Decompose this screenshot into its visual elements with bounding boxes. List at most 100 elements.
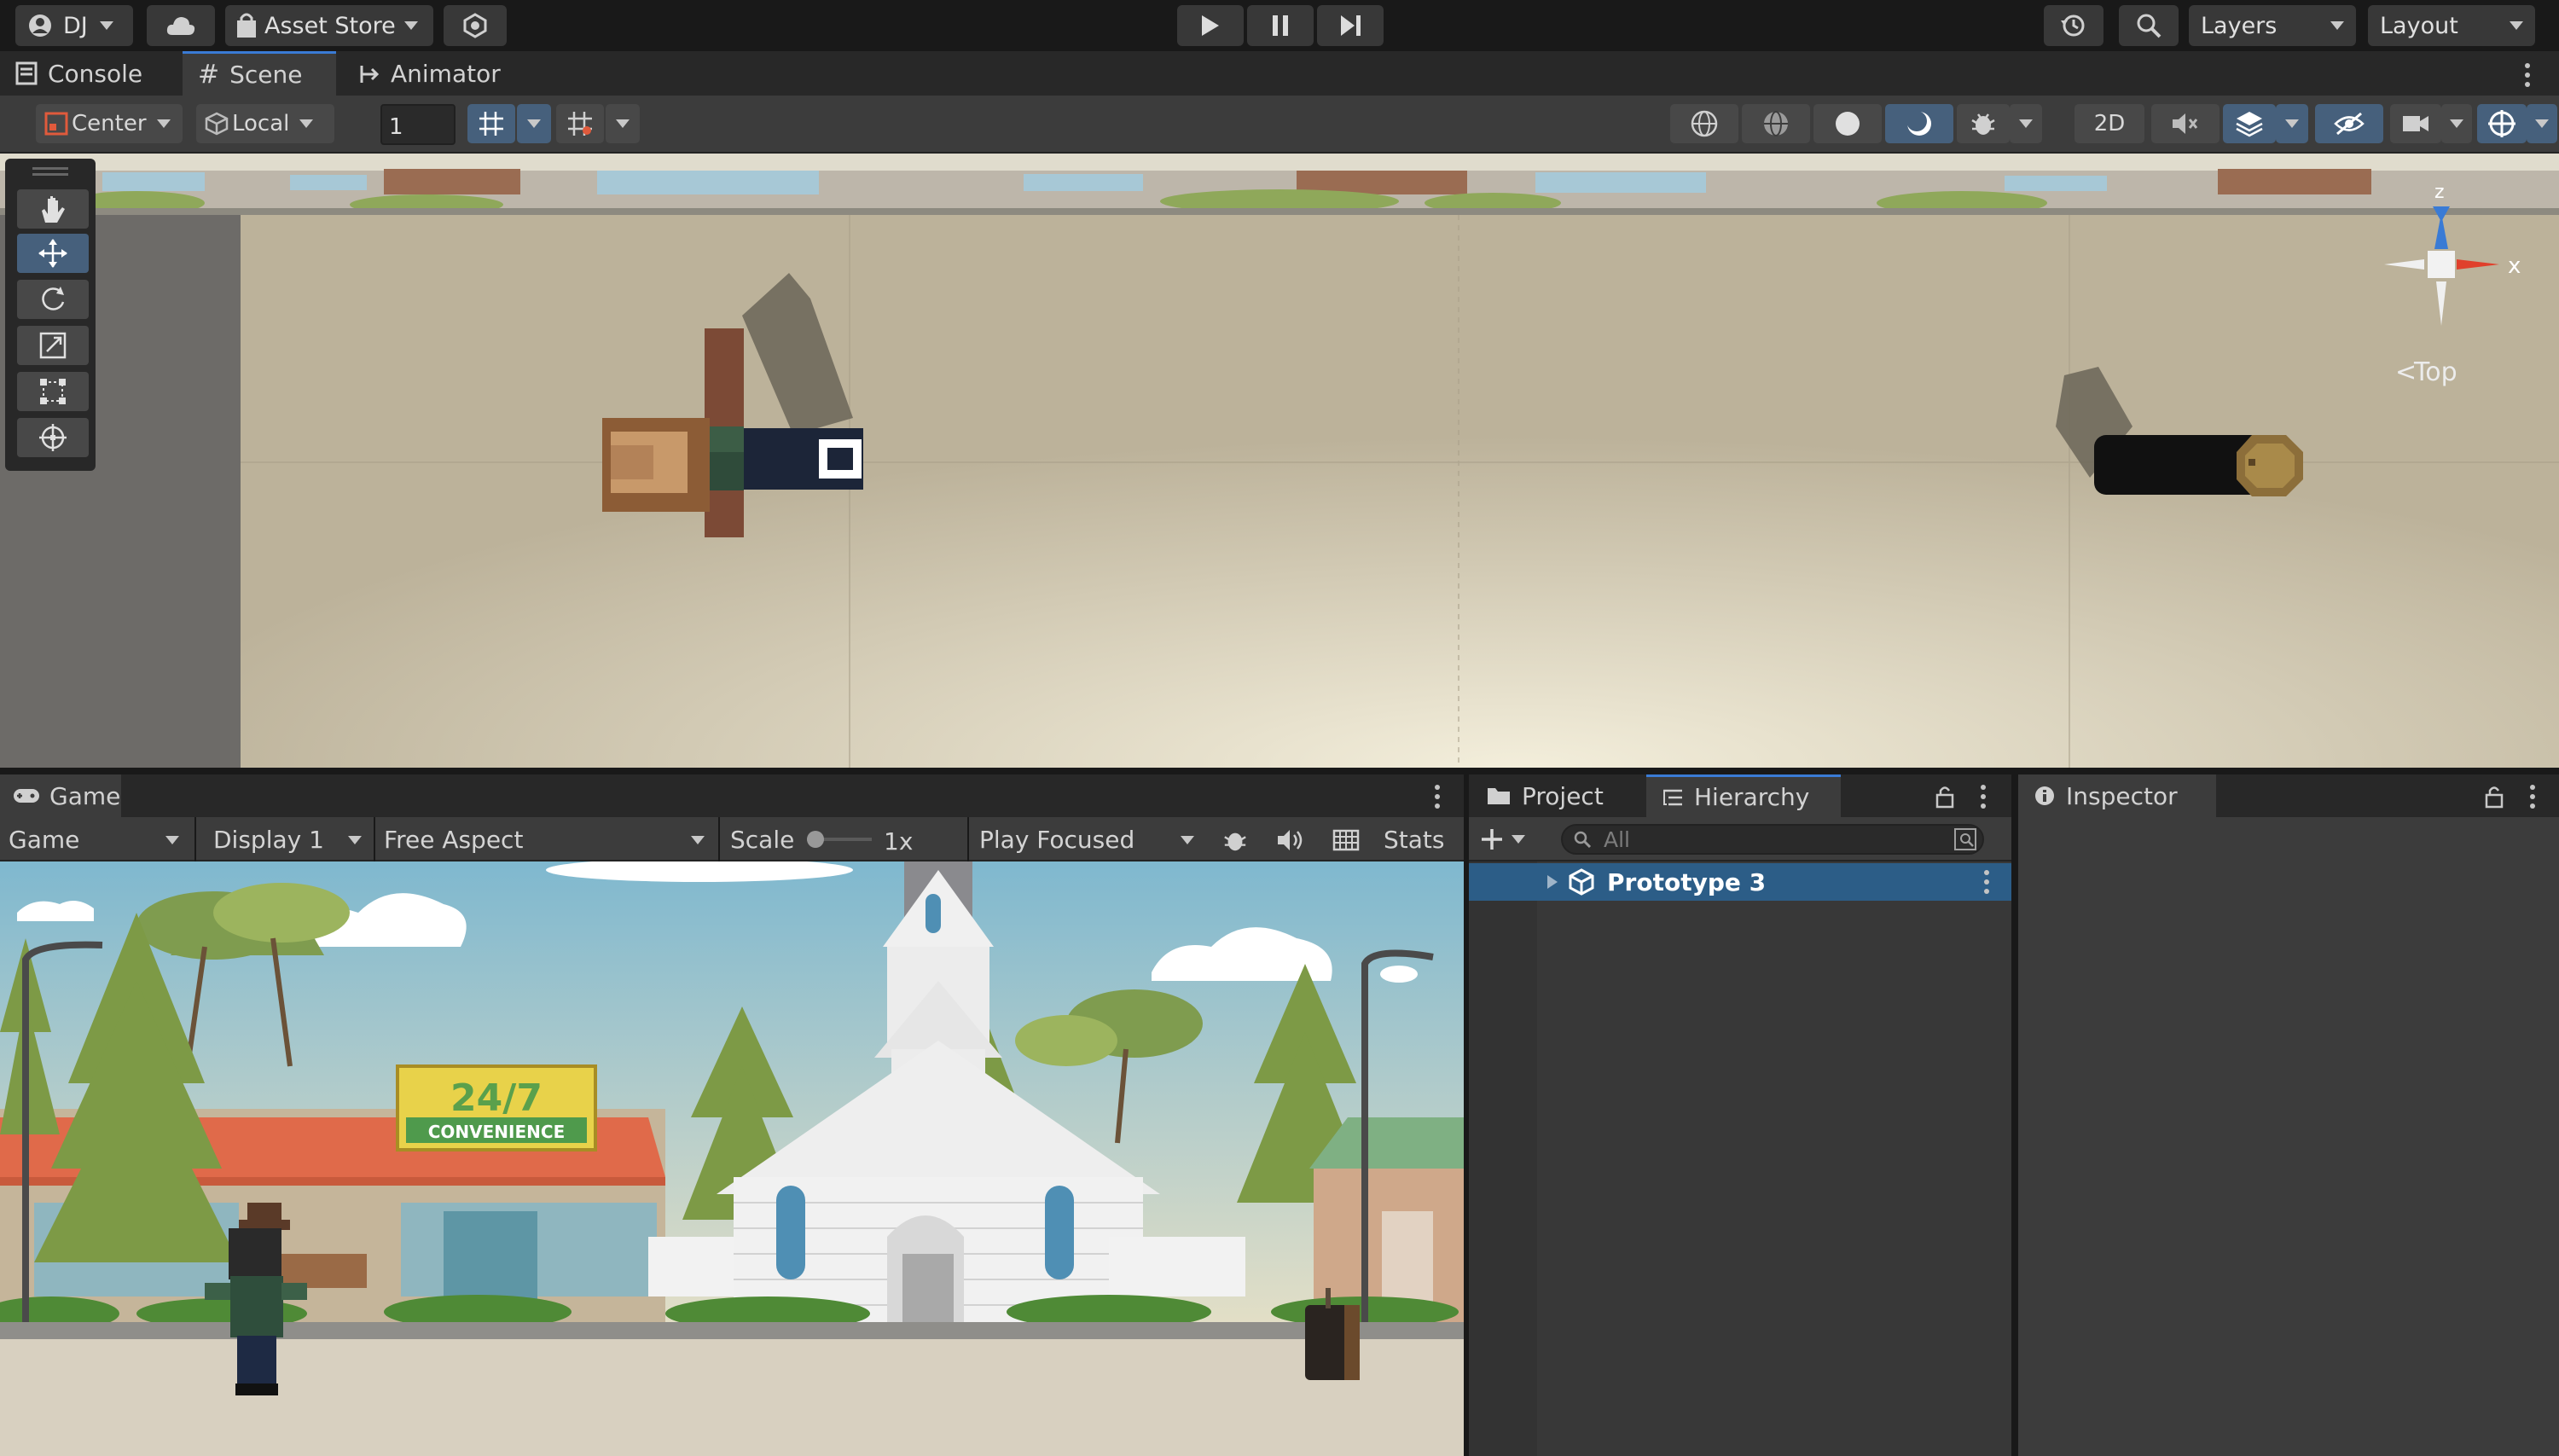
inspector-panel bbox=[2018, 817, 2559, 1456]
gizmos-grid-button[interactable] bbox=[1324, 824, 1368, 856]
move-tool[interactable] bbox=[17, 234, 89, 273]
chevron-down-icon bbox=[616, 119, 630, 128]
scale-tool[interactable] bbox=[17, 326, 89, 365]
layers-dropdown[interactable]: Layers bbox=[2189, 5, 2356, 46]
grid-snap-toggle[interactable] bbox=[467, 104, 515, 143]
draw-mode-shaded-button[interactable] bbox=[1813, 104, 1882, 143]
bug-icon bbox=[1971, 113, 1995, 135]
chevron-down-icon bbox=[156, 119, 171, 128]
unity-scene-icon bbox=[1569, 868, 1594, 896]
play-mode-label: Play Focused bbox=[979, 825, 1135, 854]
tab-hierarchy[interactable]: Hierarchy bbox=[1646, 774, 1841, 817]
hand-icon bbox=[42, 196, 65, 223]
scene-camera-button[interactable] bbox=[2390, 104, 2441, 143]
tab-inspector[interactable]: Inspector bbox=[2018, 774, 2216, 817]
orientation-label: Top bbox=[2413, 357, 2457, 387]
more-options-icon[interactable] bbox=[2525, 63, 2530, 91]
effects-dropdown[interactable] bbox=[2276, 104, 2308, 143]
game-render: 24/7 CONVENIENCE bbox=[0, 861, 1464, 1456]
tab-game[interactable]: Game bbox=[0, 774, 121, 817]
more-options-icon[interactable] bbox=[1981, 785, 1986, 813]
scene-search-icon[interactable] bbox=[1953, 827, 1977, 851]
bug-icon bbox=[1224, 832, 1246, 851]
tab-console[interactable]: Console bbox=[0, 51, 179, 96]
inspector-tab-strip: Inspector bbox=[2018, 774, 2559, 817]
undo-history-button[interactable] bbox=[2044, 5, 2103, 46]
play-button[interactable] bbox=[1177, 5, 1244, 46]
gizmo-bug-button[interactable] bbox=[1957, 104, 2010, 143]
transform-tools-overlay bbox=[5, 159, 96, 471]
search-button[interactable] bbox=[2119, 5, 2179, 46]
shopping-bag-icon bbox=[237, 13, 256, 38]
draw-mode-shaded-wireframe-button[interactable] bbox=[1742, 104, 1810, 143]
hierarchy-search-input[interactable]: All bbox=[1561, 824, 1984, 855]
chevron-down-icon bbox=[2450, 119, 2463, 128]
grid-snap-dropdown[interactable] bbox=[517, 104, 551, 143]
tab-scene[interactable]: # Scene bbox=[183, 51, 336, 96]
chevron-down-icon bbox=[348, 836, 362, 844]
space-local-dropdown[interactable]: Local bbox=[196, 104, 334, 143]
increment-snap-toggle[interactable] bbox=[556, 104, 604, 143]
tab-animator[interactable]: Animator bbox=[358, 51, 529, 96]
layout-dropdown[interactable]: Layout bbox=[2368, 5, 2535, 46]
gizmo-bug-dropdown[interactable] bbox=[2010, 104, 2042, 143]
transform-tool[interactable] bbox=[17, 418, 89, 457]
effects-toggle-button[interactable] bbox=[2223, 104, 2276, 143]
rotate-tool[interactable] bbox=[17, 280, 89, 319]
expand-arrow-icon[interactable] bbox=[1546, 873, 1559, 890]
scene-visibility-button[interactable] bbox=[2315, 104, 2383, 143]
chevron-down-icon bbox=[299, 119, 314, 128]
scene-camera-dropdown[interactable] bbox=[2441, 104, 2472, 143]
more-options-icon[interactable] bbox=[1435, 785, 1440, 813]
cloud-button[interactable] bbox=[147, 5, 215, 46]
increment-snap-dropdown[interactable] bbox=[606, 104, 640, 143]
draw-mode-wireframe-button[interactable] bbox=[1670, 104, 1738, 143]
vertical-splitter[interactable] bbox=[2011, 774, 2018, 1456]
shaded-wireframe-icon bbox=[1764, 111, 1788, 136]
play-mode-dropdown[interactable]: Play Focused bbox=[972, 817, 1204, 861]
stats-button[interactable]: Stats bbox=[1384, 826, 1444, 854]
gizmos-button[interactable] bbox=[2477, 104, 2527, 143]
keyboard-grid-icon bbox=[1332, 829, 1360, 851]
step-button[interactable] bbox=[1317, 5, 1384, 46]
asset-store-label: Asset Store bbox=[264, 12, 396, 39]
horizontal-splitter[interactable] bbox=[0, 768, 2559, 774]
gizmos-dropdown[interactable] bbox=[2527, 104, 2557, 143]
asset-store-button[interactable]: Asset Store bbox=[225, 5, 433, 46]
hand-tool[interactable] bbox=[17, 189, 89, 229]
rect-transform-icon bbox=[40, 379, 66, 404]
draw-mode-lit-button[interactable] bbox=[1885, 104, 1953, 143]
game-view[interactable]: 24/7 CONVENIENCE bbox=[0, 861, 1464, 1456]
rect-tool[interactable] bbox=[17, 372, 89, 411]
sign-line1: 24/7 bbox=[450, 1076, 543, 1120]
toggle-2d-button[interactable]: 2D bbox=[2074, 104, 2144, 143]
frame-debugger-button[interactable] bbox=[1213, 824, 1257, 856]
pivot-center-dropdown[interactable]: Center bbox=[36, 104, 183, 143]
move-arrows-icon bbox=[38, 239, 67, 268]
scale-slider-thumb[interactable] bbox=[807, 831, 824, 848]
create-button[interactable] bbox=[1479, 822, 1539, 856]
game-view-dropdown[interactable]: Game bbox=[0, 817, 189, 861]
pause-button[interactable] bbox=[1247, 5, 1314, 46]
aspect-dropdown[interactable]: Free Aspect bbox=[377, 817, 715, 861]
mute-audio-button[interactable] bbox=[1268, 824, 1312, 856]
search-placeholder: All bbox=[1604, 827, 1630, 852]
layers-effects-icon bbox=[2236, 112, 2263, 137]
more-options-icon[interactable] bbox=[2530, 785, 2535, 813]
hierarchy-item-label: Prototype 3 bbox=[1607, 868, 1767, 896]
more-options-icon[interactable] bbox=[1984, 870, 1989, 898]
camera-icon bbox=[2403, 116, 2428, 131]
account-button[interactable]: DJ bbox=[15, 5, 133, 46]
tab-label: Game bbox=[49, 781, 121, 810]
display-dropdown[interactable]: Display 1 bbox=[201, 817, 372, 861]
scene-view[interactable]: x z < Top bbox=[0, 154, 2559, 768]
package-manager-button[interactable] bbox=[444, 5, 507, 46]
audio-toggle-button[interactable] bbox=[2151, 104, 2220, 143]
lock-icon[interactable] bbox=[2484, 785, 2504, 809]
grid-snap-input[interactable]: 1 bbox=[380, 104, 456, 145]
hierarchy-item-prototype-3[interactable]: Prototype 3 bbox=[1469, 863, 2011, 901]
drag-handle[interactable] bbox=[32, 167, 68, 170]
lock-icon[interactable] bbox=[1935, 785, 1955, 809]
pivot-label: Center bbox=[72, 111, 147, 136]
tab-project[interactable]: Project bbox=[1469, 774, 1646, 817]
